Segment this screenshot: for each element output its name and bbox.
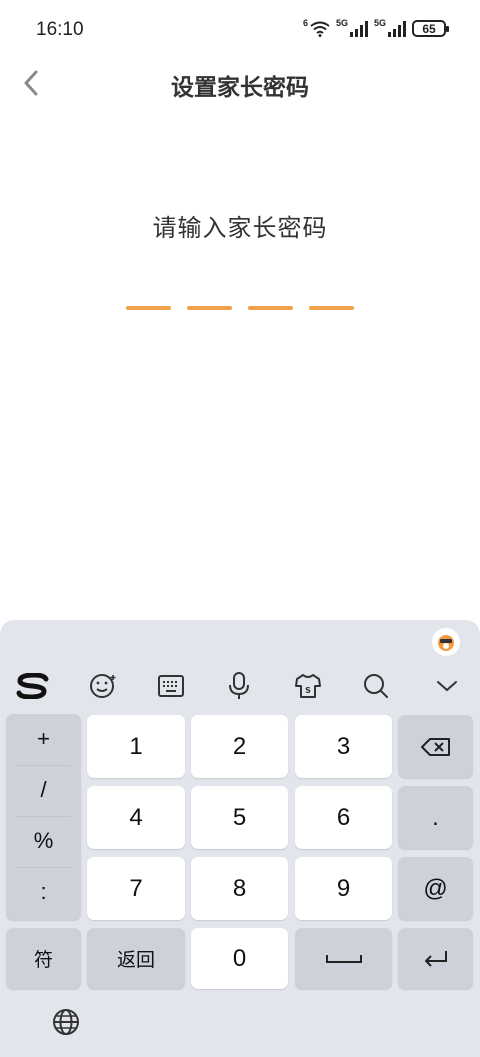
password-prompt: 请输入家长密码 bbox=[152, 215, 328, 242]
key-7[interactable]: 7 bbox=[87, 857, 185, 920]
pin-slot-4 bbox=[309, 306, 354, 310]
wifi-label: 6 bbox=[302, 17, 308, 28]
header: 设置家长密码 bbox=[0, 60, 480, 106]
return-key[interactable]: 返回 bbox=[87, 928, 185, 989]
space-icon bbox=[325, 954, 362, 963]
search-icon[interactable] bbox=[359, 670, 393, 702]
page-title: 设置家长密码 bbox=[171, 74, 309, 100]
key-4[interactable]: 4 bbox=[87, 786, 185, 849]
symbol-key-slash[interactable]: / bbox=[6, 765, 81, 815]
symbol-key-colon[interactable]: : bbox=[6, 867, 81, 917]
status-bar: 16:10 6 5G 5G 65 bbox=[0, 0, 480, 60]
status-icons: 6 5G 5G 65 bbox=[302, 17, 449, 37]
pin-slot-2 bbox=[187, 306, 232, 310]
network-label-2: 5G bbox=[373, 17, 386, 28]
battery-level: 65 bbox=[422, 21, 436, 36]
symbol-key-plus[interactable]: + bbox=[6, 714, 81, 764]
keyboard-icon[interactable] bbox=[154, 670, 188, 702]
space-key[interactable] bbox=[295, 928, 392, 989]
pin-slot-3 bbox=[248, 306, 293, 310]
key-8[interactable]: 8 bbox=[191, 857, 288, 920]
at-key[interactable]: @ bbox=[398, 857, 473, 920]
sogou-logo-icon[interactable] bbox=[16, 670, 50, 702]
key-9[interactable]: 9 bbox=[295, 857, 392, 920]
symbol-column: + / % : bbox=[6, 714, 81, 920]
pin-slot-1 bbox=[126, 306, 171, 310]
symbols-key[interactable]: 符 bbox=[6, 928, 81, 989]
key-2[interactable]: 2 bbox=[191, 715, 288, 778]
status-time: 16:10 bbox=[36, 19, 84, 40]
key-5[interactable]: 5 bbox=[191, 786, 288, 849]
network-label-1: 5G bbox=[335, 17, 348, 28]
signal-icon-1 bbox=[349, 20, 368, 37]
svg-text:S: S bbox=[305, 686, 311, 695]
key-0[interactable]: 0 bbox=[191, 928, 288, 989]
key-3[interactable]: 3 bbox=[295, 715, 392, 778]
globe-icon[interactable] bbox=[50, 1006, 82, 1038]
mic-icon[interactable] bbox=[222, 670, 256, 702]
numeric-keyboard: S + / % : 1 2 3 4 5 6 . 7 8 9 @ 符 返回 0 bbox=[0, 620, 480, 1057]
battery-icon: 65 bbox=[412, 20, 449, 37]
pin-input[interactable] bbox=[126, 306, 354, 310]
skin-icon[interactable]: S bbox=[291, 670, 325, 702]
emoji-icon[interactable] bbox=[86, 670, 120, 702]
delete-key[interactable] bbox=[398, 715, 473, 778]
wifi-icon bbox=[310, 21, 330, 37]
enter-key[interactable] bbox=[398, 928, 473, 989]
signal-icon-2 bbox=[388, 20, 406, 37]
backspace-icon bbox=[420, 737, 450, 756]
key-1[interactable]: 1 bbox=[87, 715, 185, 778]
collapse-icon[interactable] bbox=[430, 670, 464, 702]
dot-key[interactable]: . bbox=[398, 786, 473, 849]
enter-icon bbox=[424, 950, 447, 967]
key-6[interactable]: 6 bbox=[295, 786, 392, 849]
symbol-key-percent[interactable]: % bbox=[6, 816, 81, 866]
keyboard-toolbar: S bbox=[0, 660, 480, 710]
mascot-icon[interactable] bbox=[432, 628, 460, 656]
